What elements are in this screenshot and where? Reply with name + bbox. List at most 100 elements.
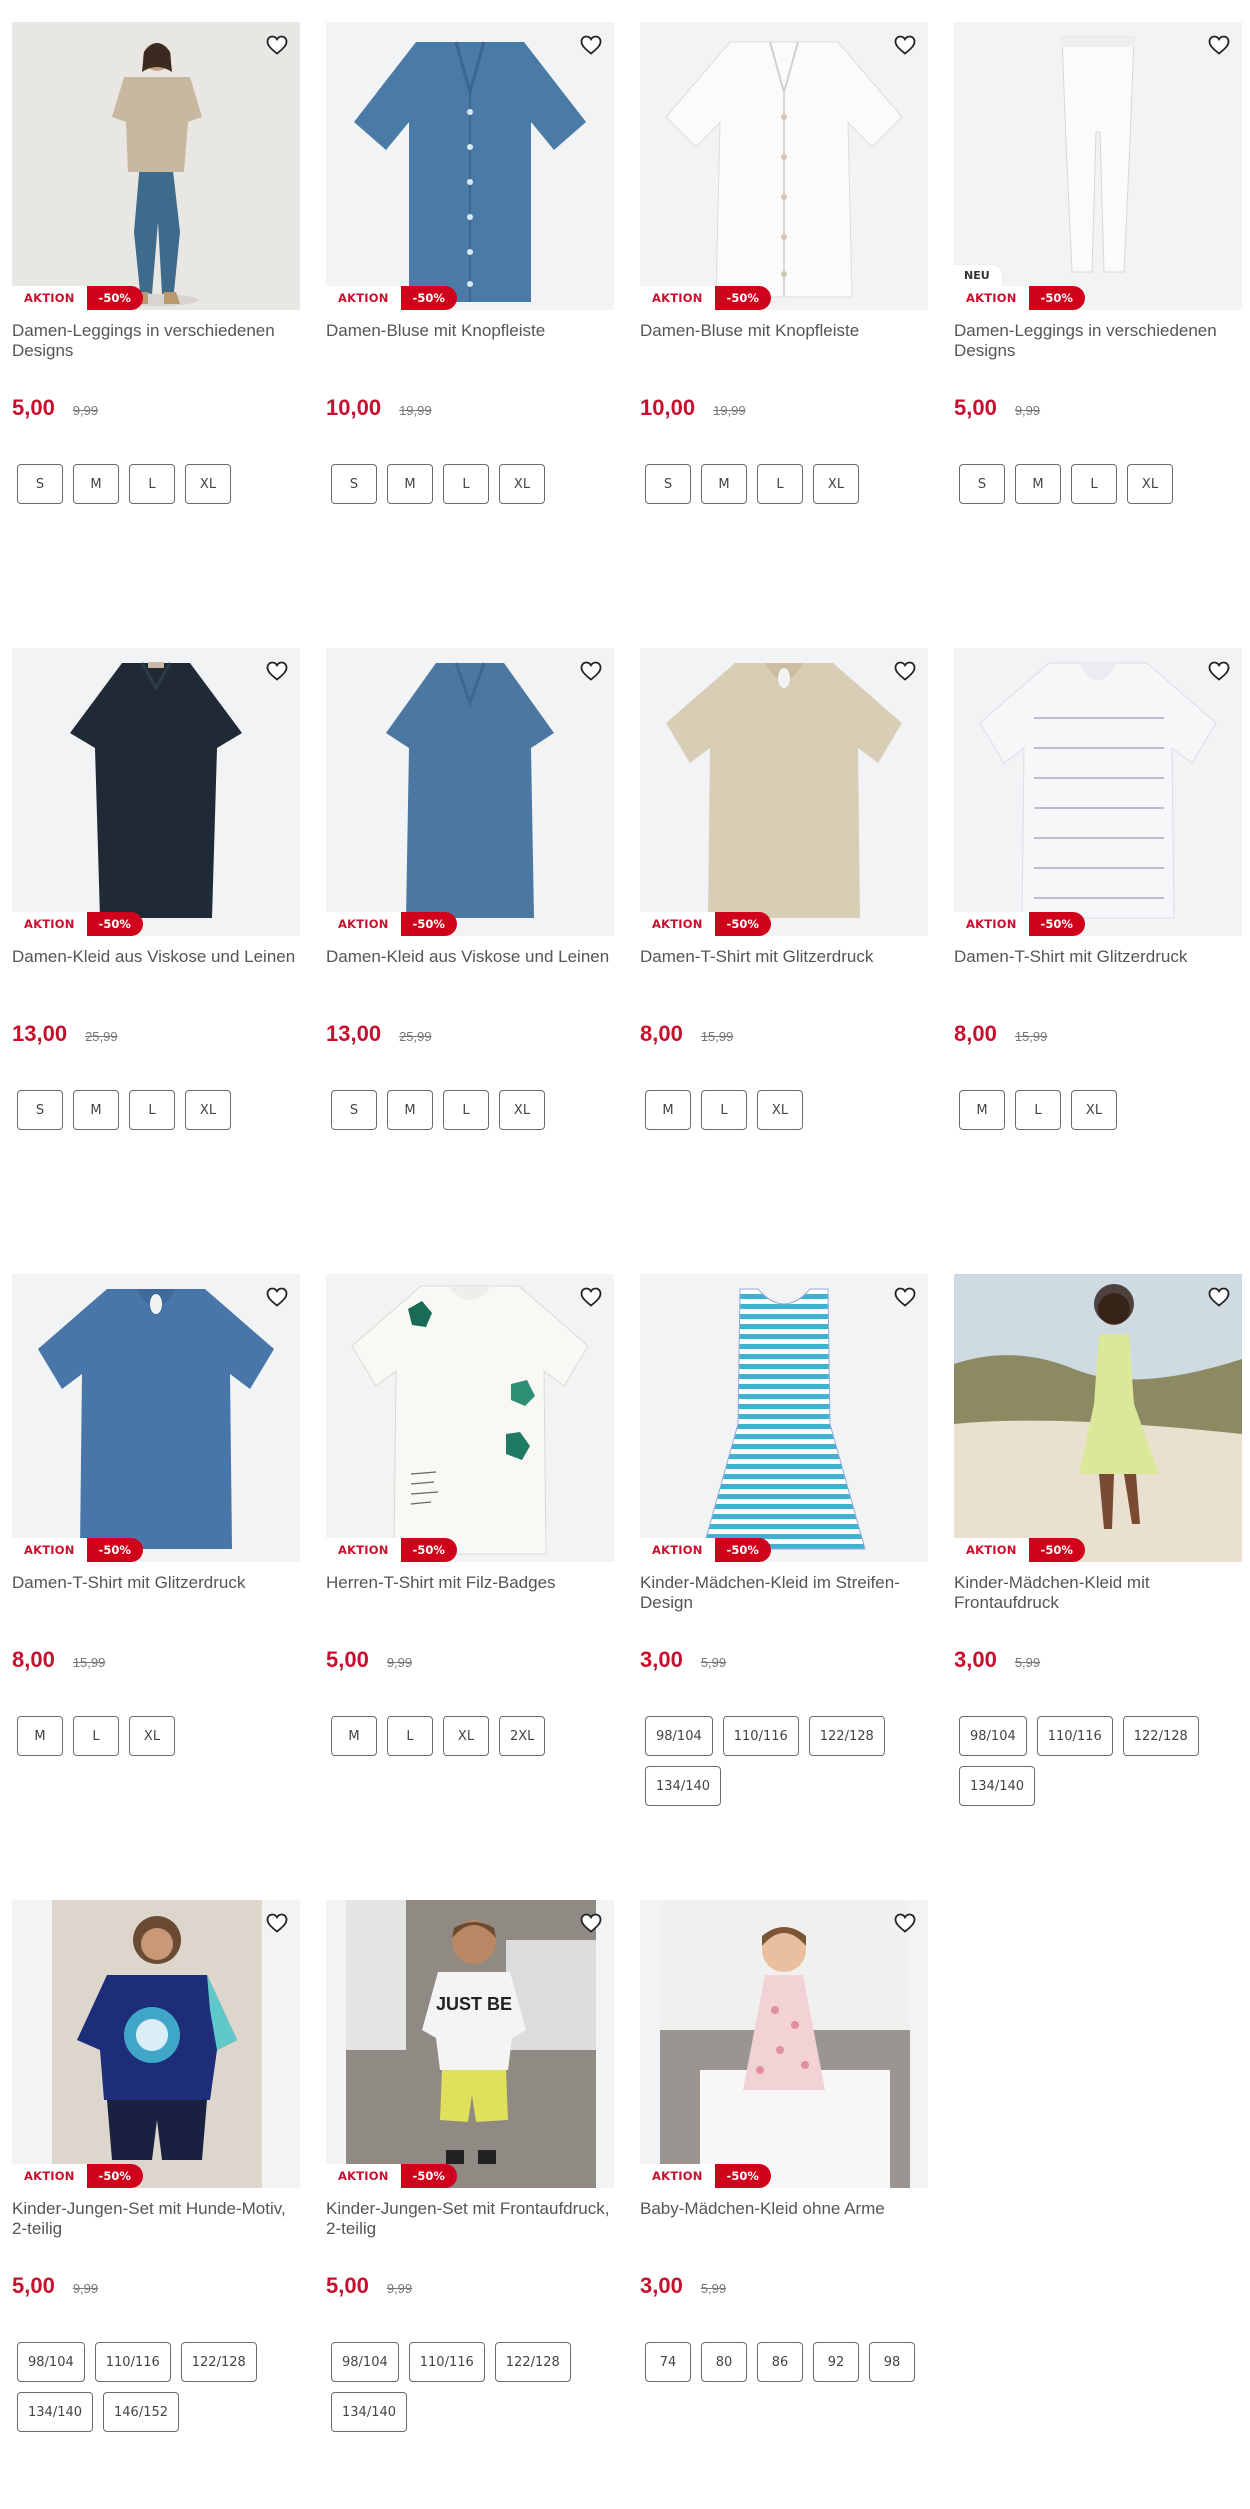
product-image[interactable]: JUST BE AKTION -50% xyxy=(326,1900,614,2188)
size-option[interactable]: L xyxy=(129,464,175,504)
product-card[interactable]: AKTION -50% Damen-T-Shirt mit Glitzerdruck… xyxy=(640,648,928,1140)
product-image[interactable]: AKTION -50% xyxy=(12,22,300,310)
size-option[interactable]: 98/104 xyxy=(17,2342,85,2382)
product-card[interactable]: AKTION -50% Damen-Bluse mit Knopfleiste 10,… xyxy=(326,22,614,514)
size-option[interactable]: L xyxy=(1015,1090,1061,1130)
size-option[interactable]: S xyxy=(17,1090,63,1130)
size-option[interactable]: L xyxy=(387,1716,433,1756)
boy-dog-set-image[interactable] xyxy=(12,1900,300,2188)
product-title[interactable]: Damen-Leggings in verschiedenen Designs xyxy=(954,321,1242,361)
product-card[interactable]: AKTION -50% Damen-Leggings in verschiedene… xyxy=(12,22,300,514)
size-option[interactable]: XL xyxy=(1071,1090,1117,1130)
product-title[interactable]: Baby-Mädchen-Kleid ohne Arme xyxy=(640,2199,928,2239)
product-title[interactable]: Herren-T-Shirt mit Filz-Badges xyxy=(326,1573,614,1613)
product-title[interactable]: Damen-Bluse mit Knopfleiste xyxy=(326,321,614,361)
size-option[interactable]: M xyxy=(73,1090,119,1130)
size-option[interactable]: M xyxy=(1015,464,1061,504)
size-option[interactable]: 122/128 xyxy=(180,2342,257,2382)
boy-print-set-image[interactable]: JUST BE xyxy=(326,1900,614,2188)
white-blouse-image[interactable] xyxy=(640,22,928,310)
size-option[interactable]: 98/104 xyxy=(645,1716,713,1756)
product-card[interactable]: AKTION -50% Kinder-Mädchen-Kleid im Streif… xyxy=(640,1274,928,1816)
product-title[interactable]: Kinder-Mädchen-Kleid mit Frontaufdruck xyxy=(954,1573,1242,1613)
size-option[interactable]: 92 xyxy=(813,2342,859,2382)
white-print-tshirt-image[interactable] xyxy=(954,648,1242,936)
size-option[interactable]: 110/116 xyxy=(94,2342,171,2382)
wishlist-button[interactable] xyxy=(1206,658,1232,684)
baby-floral-dress-image[interactable] xyxy=(640,1900,928,2188)
size-option[interactable]: L xyxy=(701,1090,747,1130)
wishlist-button[interactable] xyxy=(1206,32,1232,58)
size-option[interactable]: XL xyxy=(129,1716,175,1756)
size-option[interactable]: M xyxy=(701,464,747,504)
size-option[interactable]: XL xyxy=(499,1090,545,1130)
size-option[interactable]: L xyxy=(443,464,489,504)
product-title[interactable]: Damen-Bluse mit Knopfleiste xyxy=(640,321,928,361)
product-title[interactable]: Kinder-Mädchen-Kleid im Streifen-Design xyxy=(640,1573,928,1613)
product-image[interactable]: AKTION -50% xyxy=(954,1274,1242,1562)
product-image[interactable]: AKTION -50% xyxy=(326,22,614,310)
wishlist-button[interactable] xyxy=(892,658,918,684)
product-image[interactable]: AKTION -50% xyxy=(640,22,928,310)
wishlist-button[interactable] xyxy=(578,1910,604,1936)
size-option[interactable]: XL xyxy=(813,464,859,504)
product-card[interactable]: AKTION -50% Damen-T-Shirt mit Glitzerdruck… xyxy=(12,1274,300,1766)
product-card[interactable]: AKTION -50% Baby-Mädchen-Kleid ohne Arme 3,… xyxy=(640,1900,928,2392)
blue-blouse-image[interactable] xyxy=(326,22,614,310)
size-option[interactable]: 98 xyxy=(869,2342,915,2382)
wishlist-button[interactable] xyxy=(264,32,290,58)
size-option[interactable]: L xyxy=(443,1090,489,1130)
white-badge-tshirt-image[interactable] xyxy=(326,1274,614,1562)
size-option[interactable]: 146/152 xyxy=(103,2392,180,2432)
product-title[interactable]: Damen-Kleid aus Viskose und Leinen xyxy=(12,947,300,987)
size-option[interactable]: 122/128 xyxy=(1122,1716,1199,1756)
size-option[interactable]: S xyxy=(645,464,691,504)
girl-beach-dress-image[interactable] xyxy=(954,1274,1242,1562)
size-option[interactable]: L xyxy=(129,1090,175,1130)
product-card[interactable]: AKTION -50% Damen-T-Shirt mit Glitzerdruck… xyxy=(954,648,1242,1140)
size-option[interactable]: L xyxy=(73,1716,119,1756)
size-option[interactable]: 134/140 xyxy=(959,1766,1036,1806)
size-option[interactable]: XL xyxy=(185,464,231,504)
size-option[interactable]: M xyxy=(645,1090,691,1130)
size-option[interactable]: 134/140 xyxy=(645,1766,722,1806)
wishlist-button[interactable] xyxy=(264,658,290,684)
wishlist-button[interactable] xyxy=(578,32,604,58)
size-option[interactable]: 2XL xyxy=(499,1716,546,1756)
size-option[interactable]: 122/128 xyxy=(808,1716,885,1756)
navy-dress-image[interactable] xyxy=(12,648,300,936)
product-image[interactable]: AKTION -50% xyxy=(12,1900,300,2188)
product-image[interactable]: AKTION -50% xyxy=(640,648,928,936)
size-option[interactable]: 110/116 xyxy=(408,2342,485,2382)
size-option[interactable]: 110/116 xyxy=(722,1716,799,1756)
blue-tshirt-image[interactable] xyxy=(12,1274,300,1562)
size-option[interactable]: M xyxy=(331,1716,377,1756)
product-title[interactable]: Damen-Kleid aus Viskose und Leinen xyxy=(326,947,614,987)
size-option[interactable]: S xyxy=(959,464,1005,504)
size-option[interactable]: XL xyxy=(499,464,545,504)
striped-girl-dress-image[interactable] xyxy=(640,1274,928,1562)
size-option[interactable]: M xyxy=(387,464,433,504)
size-option[interactable]: 98/104 xyxy=(331,2342,399,2382)
product-image[interactable]: AKTION -50% xyxy=(640,1274,928,1562)
woman-leggings-model-image[interactable] xyxy=(12,22,300,310)
product-image[interactable]: AKTION -50% xyxy=(12,648,300,936)
size-option[interactable]: 86 xyxy=(757,2342,803,2382)
wishlist-button[interactable] xyxy=(1206,1284,1232,1310)
product-title[interactable]: Damen-T-Shirt mit Glitzerdruck xyxy=(954,947,1242,987)
size-option[interactable]: XL xyxy=(185,1090,231,1130)
wishlist-button[interactable] xyxy=(264,1910,290,1936)
product-card[interactable]: AKTION -50% Kinder-Jungen-Set mit Hunde-Mo… xyxy=(12,1900,300,2442)
size-option[interactable]: M xyxy=(387,1090,433,1130)
size-option[interactable]: XL xyxy=(1127,464,1173,504)
size-option[interactable]: 122/128 xyxy=(494,2342,571,2382)
size-option[interactable]: L xyxy=(757,464,803,504)
size-option[interactable]: M xyxy=(17,1716,63,1756)
size-option[interactable]: L xyxy=(1071,464,1117,504)
size-option[interactable]: 110/116 xyxy=(1036,1716,1113,1756)
wishlist-button[interactable] xyxy=(892,1910,918,1936)
product-card[interactable]: AKTION -50% Herren-T-Shirt mit Filz-Badges… xyxy=(326,1274,614,1766)
product-title[interactable]: Damen-T-Shirt mit Glitzerdruck xyxy=(12,1573,300,1613)
size-option[interactable]: 74 xyxy=(645,2342,691,2382)
product-card[interactable]: AKTION -50% Damen-Bluse mit Knopfleiste 10,… xyxy=(640,22,928,514)
